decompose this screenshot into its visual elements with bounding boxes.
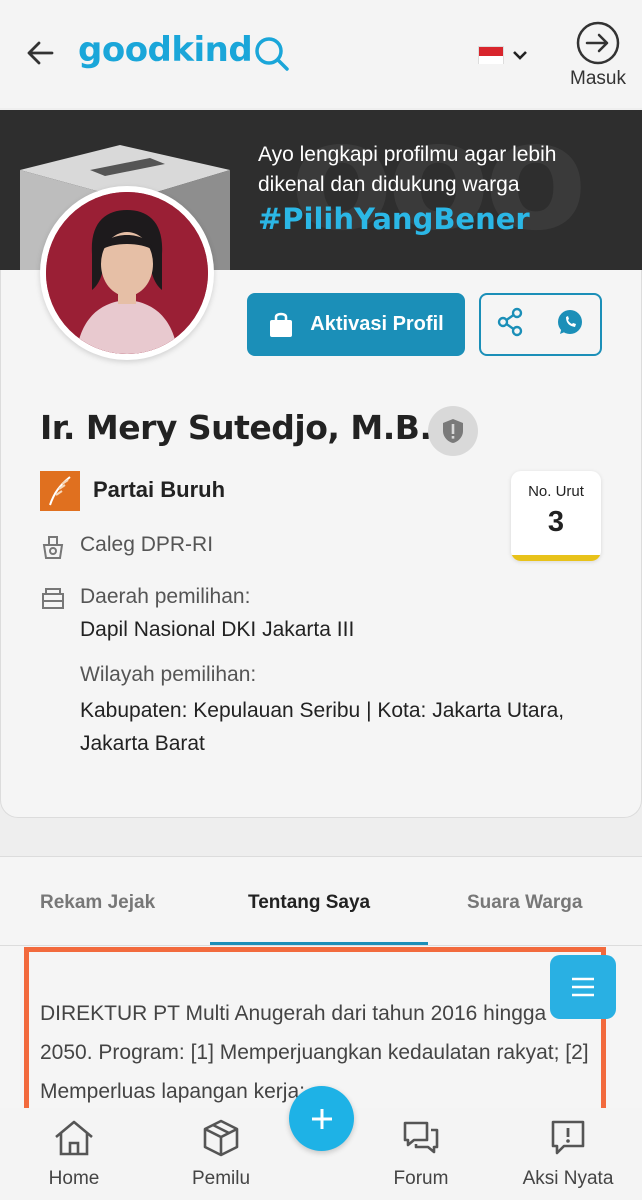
candidate-position: Caleg DPR-RI [80, 533, 214, 556]
whatsapp-icon [557, 310, 582, 334]
app-logo[interactable]: goodkind [78, 30, 253, 70]
nav-aksi-nyata[interactable]: Aksi Nyata [508, 1118, 628, 1190]
home-icon [55, 1120, 93, 1156]
electoral-area-label: Wilayah pemilihan: [80, 663, 257, 686]
ballot-number-card: No. Urut 3 [511, 471, 601, 561]
box-icon [203, 1119, 239, 1157]
banner-hashtag[interactable]: #PilihYangBener [258, 202, 530, 236]
activate-profile-button[interactable]: Aktivasi Profil [247, 293, 465, 356]
tab-divider [0, 945, 642, 946]
login-label: Masuk [570, 68, 626, 89]
back-button[interactable] [20, 30, 60, 76]
language-selector[interactable] [478, 38, 538, 72]
nav-home-label: Home [48, 1168, 100, 1189]
nav-pemilu[interactable]: Pemilu [161, 1118, 281, 1190]
top-bar: goodkind Masuk [0, 0, 642, 108]
nav-aksi-nyata-label: Aksi Nyata [522, 1168, 614, 1189]
tab-suara-warga[interactable]: Suara Warga [467, 892, 582, 914]
alert-bubble-icon [551, 1120, 585, 1155]
building-icon [42, 588, 64, 609]
candidate-name: Ir. Mery Sutedjo, M.B.A. [40, 408, 470, 447]
arrow-left-icon [27, 41, 54, 65]
chat-icon [403, 1121, 439, 1154]
banner-line-2: dikenal dan didukung warga [258, 173, 520, 196]
share-group [479, 293, 602, 356]
party-name[interactable]: Partai Buruh [93, 477, 225, 503]
electoral-area-value: Kabupaten: Kepulauan Seribu | Kota: Jaka… [80, 699, 565, 755]
chevron-down-icon [513, 51, 527, 60]
banner-message: Ayo lengkapi profilmu agar lebih dikenal… [258, 140, 556, 200]
menu-button[interactable] [550, 955, 616, 1019]
whatsapp-button[interactable] [555, 307, 585, 342]
banner-line-1: Ayo lengkapi profilmu agar lebih [258, 143, 557, 166]
ballot-number-label: No. Urut [528, 483, 584, 500]
nav-forum[interactable]: Forum [361, 1118, 481, 1190]
create-button[interactable] [289, 1086, 354, 1151]
nav-pemilu-label: Pemilu [191, 1168, 251, 1189]
share-button[interactable] [496, 307, 524, 342]
search-icon [255, 37, 289, 71]
share-icon [498, 307, 523, 337]
nav-home[interactable]: Home [14, 1118, 134, 1190]
tab-rekam-jejak[interactable]: Rekam Jejak [40, 892, 155, 914]
indonesia-flag-icon [478, 46, 504, 64]
menu-icon [572, 977, 594, 997]
ballot-number-bar [511, 555, 601, 561]
unverified-badge[interactable] [428, 406, 478, 456]
profile-photo [46, 192, 208, 354]
login-button[interactable]: Masuk [562, 20, 634, 92]
party-logo-icon [40, 471, 80, 511]
nav-forum-label: Forum [393, 1168, 449, 1189]
electoral-district-label: Daerah pemilihan: [80, 585, 251, 608]
tab-tentang-saya[interactable]: Tentang Saya [248, 892, 370, 914]
ballot-box-icon [42, 536, 64, 559]
ballot-number-value: 3 [547, 506, 565, 538]
search-button[interactable] [250, 32, 294, 76]
shield-alert-icon [443, 419, 463, 443]
electoral-district-value: Dapil Nasional DKI Jakarta III [80, 618, 355, 641]
login-icon [576, 21, 620, 65]
activate-profile-label: Aktivasi Profil [310, 313, 444, 335]
plus-icon [311, 1108, 332, 1129]
profile-avatar [40, 186, 214, 360]
bag-icon [270, 312, 293, 337]
